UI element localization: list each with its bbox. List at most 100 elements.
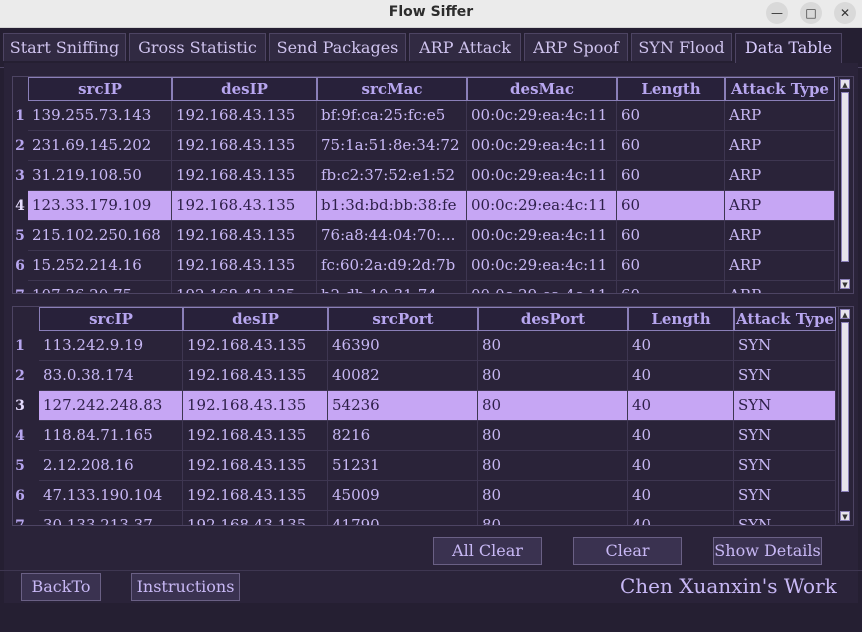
table-cell[interactable]: 80 [478, 511, 628, 525]
table-cell[interactable]: 45009 [328, 481, 478, 511]
table-cell[interactable]: 192.168.43.135 [172, 191, 317, 221]
table-cell[interactable]: SYN [734, 511, 836, 525]
scroll-up-icon[interactable]: ▲ [840, 79, 850, 89]
arp-table[interactable]: srcIP desIP srcMac desMac Length Attack Type 1… [12, 76, 854, 294]
table-cell[interactable]: 60 [617, 131, 725, 161]
table-cell[interactable]: 192.168.43.135 [172, 101, 317, 131]
table-cell[interactable]: 127.242.248.83 [39, 391, 183, 421]
clear-button[interactable]: Clear [573, 537, 682, 565]
table-cell[interactable]: 15.252.214.16 [28, 251, 172, 281]
table-cell[interactable]: 60 [617, 161, 725, 191]
arp_table-column-header[interactable]: Attack Type [725, 77, 835, 101]
row-number[interactable]: 1 [13, 331, 27, 361]
table-cell[interactable]: 192.168.43.135 [172, 131, 317, 161]
table-cell[interactable]: SYN [734, 361, 836, 391]
table-cell[interactable]: 00:0c:29:ea:4c:11 [467, 281, 617, 293]
table-cell[interactable]: fc:60:2a:d9:2d:7b [317, 251, 467, 281]
row-number[interactable]: 1 [13, 101, 27, 131]
row-number[interactable]: 4 [13, 191, 27, 221]
table-cell[interactable]: 8216 [328, 421, 478, 451]
tab-data-table[interactable]: Data Table [735, 33, 842, 64]
row-number[interactable]: 7 [13, 511, 27, 525]
table-cell[interactable]: 00:0c:29:ea:4c:11 [467, 161, 617, 191]
table-cell[interactable]: ARP [725, 131, 835, 161]
scroll-thumb[interactable] [841, 92, 849, 262]
table-cell[interactable]: 00:0c:29:ea:4c:11 [467, 101, 617, 131]
table-cell[interactable]: 40 [628, 481, 734, 511]
table-cell[interactable]: fb:c2:37:52:e1:52 [317, 161, 467, 191]
row-number[interactable]: 5 [13, 451, 27, 481]
table-cell[interactable]: 2.12.208.16 [39, 451, 183, 481]
table-cell[interactable]: 113.242.9.19 [39, 331, 183, 361]
table-cell[interactable]: ARP [725, 191, 835, 221]
maximize-icon[interactable]: □ [800, 2, 822, 24]
arp-table-scrollbar[interactable]: ▲ ▼ [838, 77, 851, 291]
table-cell[interactable]: 00:0c:29:ea:4c:11 [467, 221, 617, 251]
arp_table-column-header[interactable]: desIP [172, 77, 317, 101]
arp_table-column-header[interactable]: srcMac [317, 77, 467, 101]
table-cell[interactable]: 80 [478, 331, 628, 361]
tab-start-sniffing[interactable]: Start Sniffing [3, 33, 126, 61]
table-cell[interactable]: 192.168.43.135 [183, 361, 328, 391]
show-details-button[interactable]: Show Details [713, 537, 822, 565]
table-cell[interactable]: 80 [478, 481, 628, 511]
scroll-down-icon[interactable]: ▼ [840, 511, 850, 521]
table-cell[interactable]: 40 [628, 391, 734, 421]
scroll-down-icon[interactable]: ▼ [840, 279, 850, 289]
table-cell[interactable]: 47.133.190.104 [39, 481, 183, 511]
table-cell[interactable]: 60 [617, 281, 725, 293]
table-cell[interactable]: 80 [478, 451, 628, 481]
row-number[interactable]: 4 [13, 421, 27, 451]
row-number[interactable]: 6 [13, 251, 27, 281]
tab-syn-flood[interactable]: SYN Flood [631, 33, 732, 61]
table-cell[interactable]: ARP [725, 221, 835, 251]
table-cell[interactable]: 80 [478, 361, 628, 391]
table-cell[interactable]: 51231 [328, 451, 478, 481]
table-cell[interactable]: 80 [478, 421, 628, 451]
syn_table-column-header[interactable]: srcPort [328, 307, 478, 331]
table-cell[interactable]: 192.168.43.135 [172, 221, 317, 251]
table-cell[interactable]: ARP [725, 281, 835, 293]
table-cell[interactable]: bf:9f:ca:25:fc:e5 [317, 101, 467, 131]
row-number[interactable]: 2 [13, 361, 27, 391]
table-cell[interactable]: SYN [734, 391, 836, 421]
table-cell[interactable]: 192.168.43.135 [183, 481, 328, 511]
table-cell[interactable]: 192.168.43.135 [172, 161, 317, 191]
table-cell[interactable]: 60 [617, 101, 725, 131]
table-cell[interactable]: 192.168.43.135 [183, 391, 328, 421]
row-number[interactable]: 6 [13, 481, 27, 511]
table-cell[interactable]: 192.168.43.135 [172, 251, 317, 281]
table-cell[interactable]: 40 [628, 361, 734, 391]
table-cell[interactable]: 118.84.71.165 [39, 421, 183, 451]
table-cell[interactable]: SYN [734, 481, 836, 511]
instructions-button[interactable]: Instructions [131, 573, 240, 601]
tab-send-packages[interactable]: Send Packages [269, 33, 406, 61]
table-cell[interactable]: b2:db:10:31:74 [317, 281, 467, 293]
scroll-up-icon[interactable]: ▲ [840, 309, 850, 319]
table-cell[interactable]: 139.255.73.143 [28, 101, 172, 131]
table-cell[interactable]: ARP [725, 161, 835, 191]
table-cell[interactable]: 107.36.20.75 [28, 281, 172, 293]
table-cell[interactable]: 192.168.43.135 [183, 331, 328, 361]
table-cell[interactable]: ARP [725, 101, 835, 131]
table-cell[interactable]: 40 [628, 451, 734, 481]
table-cell[interactable]: 40082 [328, 361, 478, 391]
table-cell[interactable]: 80 [478, 391, 628, 421]
syn_table-column-header[interactable]: srcIP [39, 307, 183, 331]
arp_table-column-header[interactable]: desMac [467, 77, 617, 101]
row-number[interactable]: 7 [13, 281, 27, 293]
table-cell[interactable]: 60 [617, 221, 725, 251]
table-cell[interactable]: 00:0c:29:ea:4c:11 [467, 191, 617, 221]
table-cell[interactable]: 40 [628, 331, 734, 361]
table-cell[interactable]: 192.168.43.135 [183, 511, 328, 525]
table-cell[interactable]: 75:1a:51:8e:34:72 [317, 131, 467, 161]
table-cell[interactable]: 31.219.108.50 [28, 161, 172, 191]
all-clear-button[interactable]: All Clear [433, 537, 542, 565]
arp_table-column-header[interactable]: srcIP [28, 77, 172, 101]
syn_table-column-header[interactable]: desIP [183, 307, 328, 331]
syn_table-column-header[interactable]: Attack Type [734, 307, 836, 331]
table-cell[interactable]: 46390 [328, 331, 478, 361]
back-to-button[interactable]: BackTo [21, 573, 101, 601]
tab-gross-statistic[interactable]: Gross Statistic [129, 33, 266, 61]
close-icon[interactable]: ✕ [834, 2, 856, 24]
